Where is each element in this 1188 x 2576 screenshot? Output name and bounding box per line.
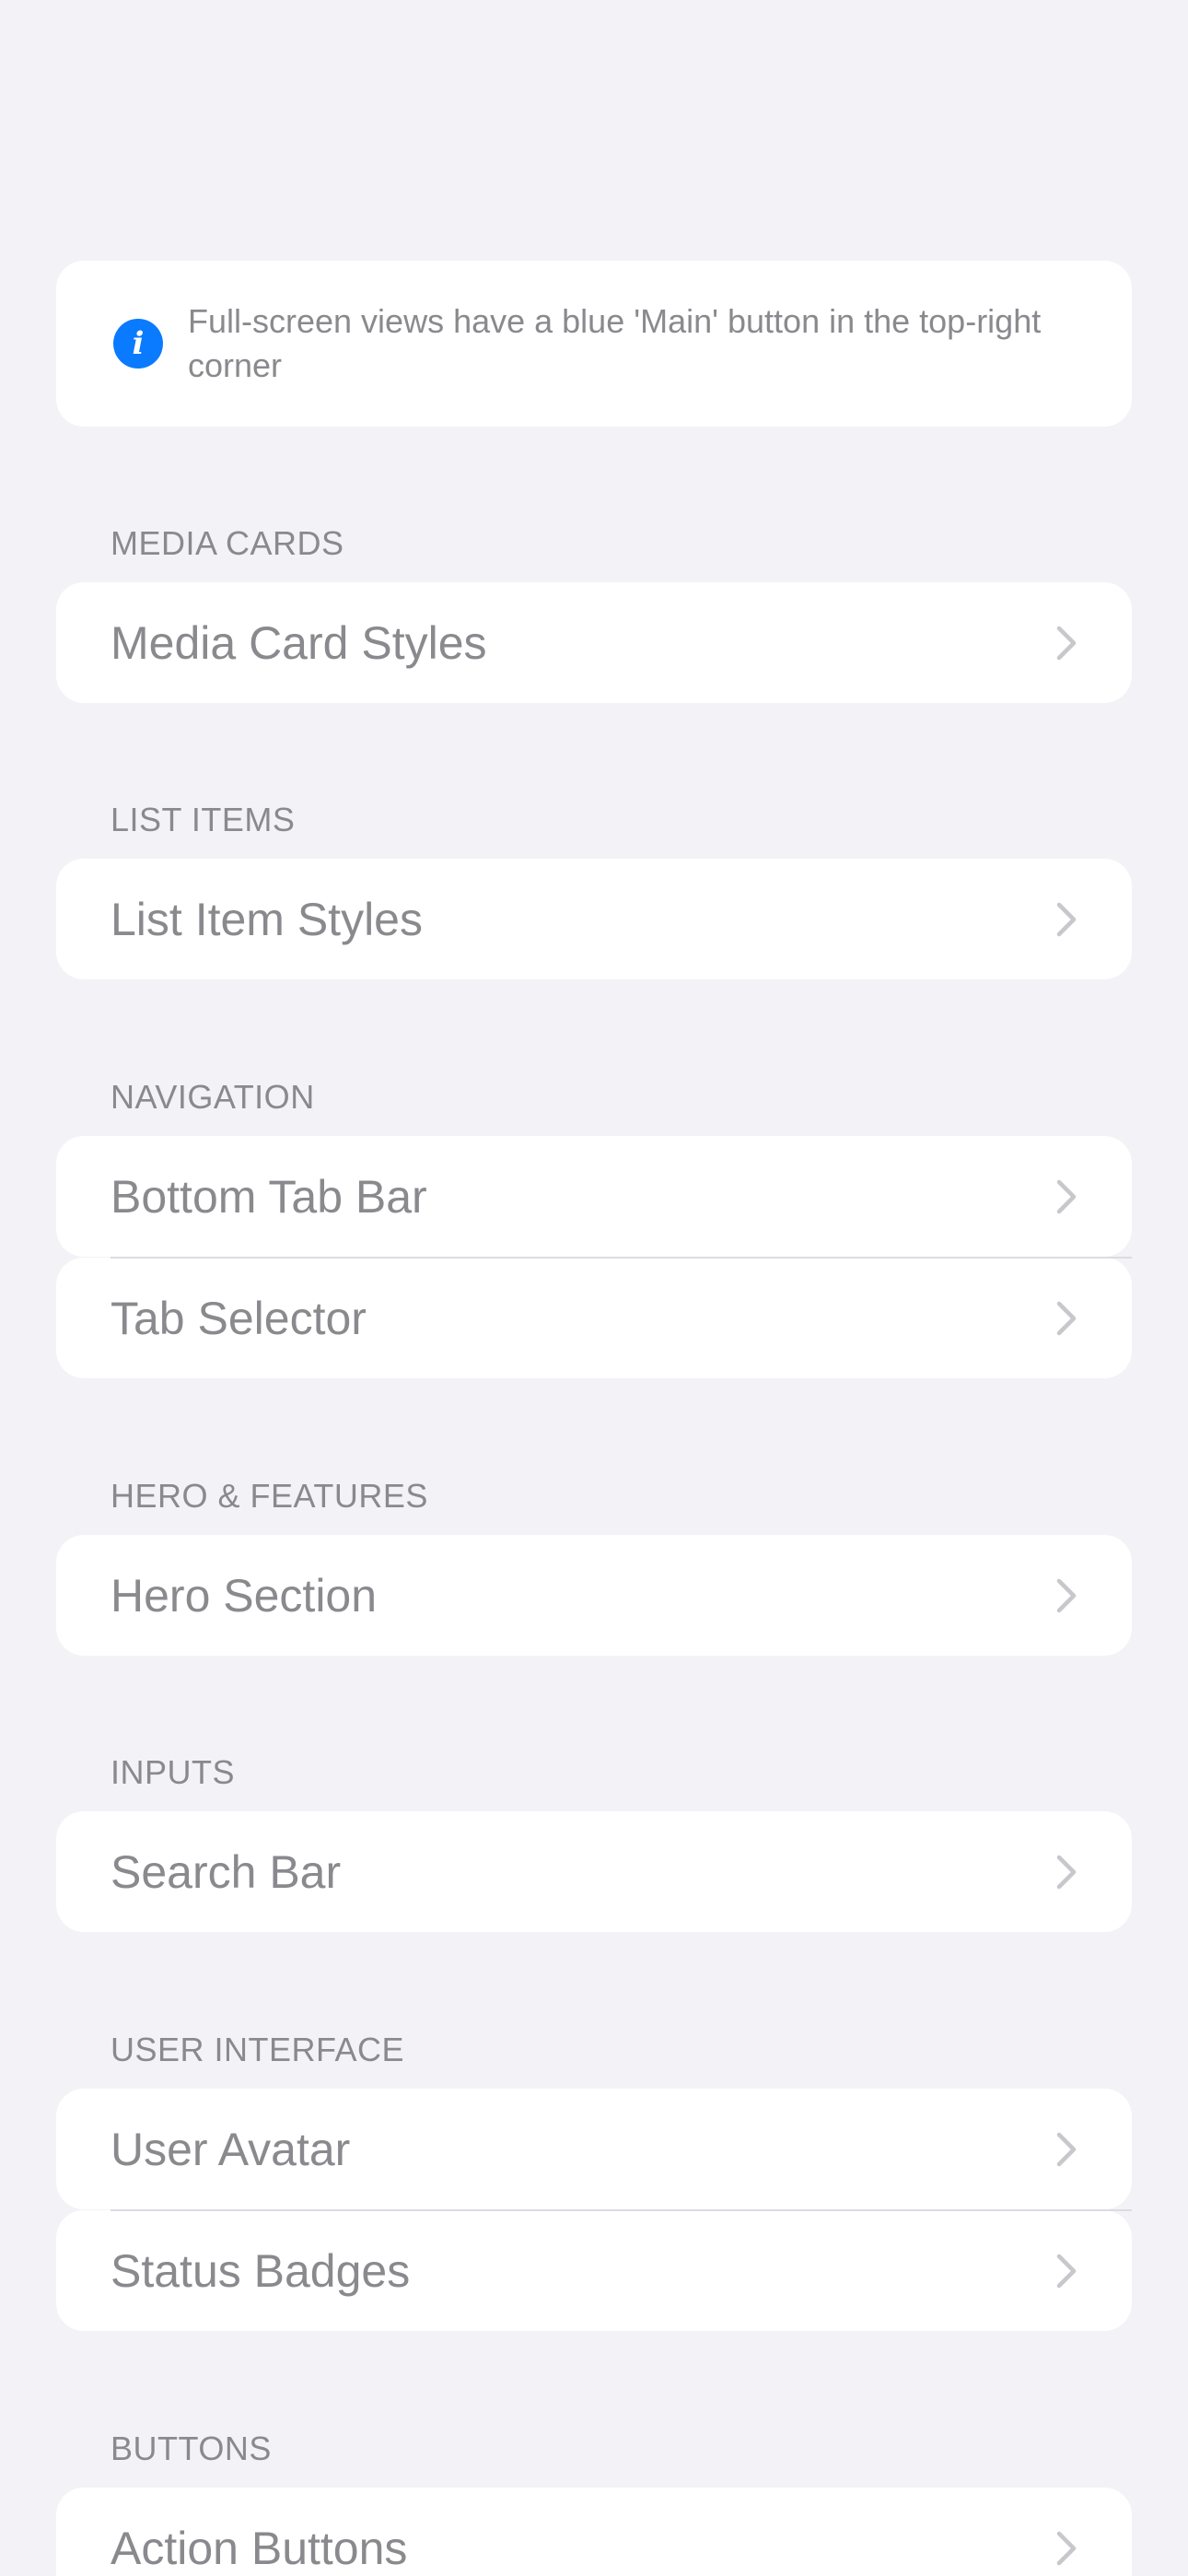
row-divider [111, 1257, 1132, 1259]
chevron-right-icon [1056, 2531, 1077, 2565]
list-item-label: Action Buttons [111, 2522, 408, 2574]
chevron-right-icon [1056, 1855, 1077, 1889]
chevron-right-icon [1056, 902, 1077, 936]
chevron-right-icon [1056, 2254, 1077, 2288]
chevron-right-icon [1056, 1301, 1077, 1335]
chevron-right-icon [1056, 1578, 1077, 1612]
list-item-label: Media Card Styles [111, 616, 487, 669]
list-item-list-item-styles[interactable]: List Item Styles [56, 859, 1132, 979]
section-header-user-interface: USER INTERFACE [111, 2031, 405, 2068]
list-item-media-card-styles[interactable]: Media Card Styles [56, 582, 1132, 703]
section-header-buttons: BUTTONS [111, 2430, 272, 2467]
chevron-right-icon [1056, 626, 1077, 660]
chevron-right-icon [1056, 2132, 1077, 2166]
list-item-bottom-tab-bar[interactable]: Bottom Tab Bar [56, 1136, 1132, 1257]
row-divider [111, 2209, 1132, 2211]
section-header-inputs: INPUTS [111, 1753, 236, 1791]
section-header-navigation: NAVIGATION [111, 1078, 315, 1116]
list-item-label: Bottom Tab Bar [111, 1170, 427, 1223]
list-item-label: List Item Styles [111, 893, 423, 945]
screen: i Full-screen views have a blue 'Main' b… [0, 0, 1188, 2576]
list-item-label: Tab Selector [111, 1292, 367, 1344]
section-header-hero-features: HERO & FEATURES [111, 1477, 428, 1515]
list-item-search-bar[interactable]: Search Bar [56, 1811, 1132, 1932]
list-item-label: Status Badges [111, 2244, 411, 2297]
info-banner-text: Full-screen views have a blue 'Main' but… [188, 302, 1042, 384]
info-banner: i Full-screen views have a blue 'Main' b… [56, 261, 1132, 427]
list-item-hero-section[interactable]: Hero Section [56, 1535, 1132, 1656]
chevron-right-icon [1056, 1179, 1077, 1213]
list-item-label: Search Bar [111, 1845, 342, 1898]
list-item-tab-selector[interactable]: Tab Selector [56, 1258, 1132, 1378]
section-header-media-cards: MEDIA CARDS [111, 524, 344, 562]
list-item-user-avatar[interactable]: User Avatar [56, 2089, 1132, 2209]
section-header-list-items: LIST ITEMS [111, 801, 296, 838]
list-item-status-badges[interactable]: Status Badges [56, 2210, 1132, 2331]
list-item-label: Hero Section [111, 1569, 378, 1622]
info-icon: i [113, 319, 163, 369]
list-item-label: User Avatar [111, 2123, 351, 2175]
list-item-action-buttons[interactable]: Action Buttons [56, 2488, 1132, 2576]
